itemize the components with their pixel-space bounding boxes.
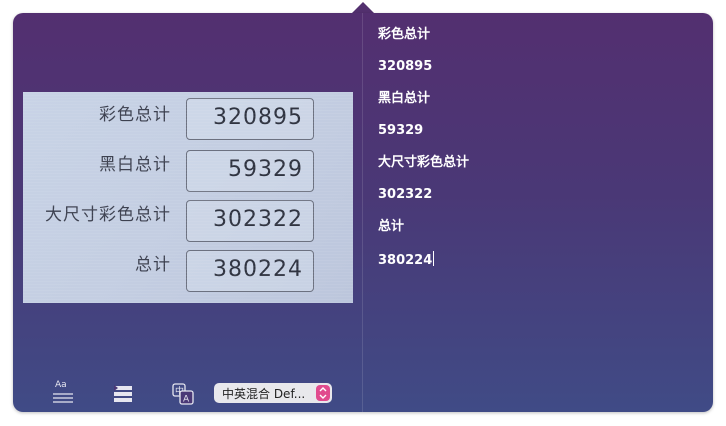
result-line[interactable]: 黑白总计: [378, 91, 698, 123]
panel-divider: [362, 13, 363, 412]
photo-value-box: 59329: [186, 150, 314, 192]
svg-text:A: A: [183, 395, 190, 405]
recognized-text-area[interactable]: 彩色总计 320895 黑白总计 59329 大尺寸彩色总计 302322 总计…: [378, 27, 698, 283]
photo-value-box: 302322: [186, 200, 314, 242]
photo-value: 302322: [213, 207, 303, 232]
photo-value: 59329: [228, 157, 303, 182]
updown-arrows-icon: [316, 385, 330, 401]
source-photo: 彩色总计 320895 黑白总计 59329 大尺寸彩色总计 302322 总计…: [23, 92, 353, 303]
photo-value-box: 380224: [186, 250, 314, 292]
result-line[interactable]: 302322: [378, 187, 698, 219]
photo-row: 黑白总计 59329: [23, 148, 353, 192]
list-view-icon[interactable]: [112, 383, 136, 405]
result-line[interactable]: 59329: [378, 123, 698, 155]
translate-icon[interactable]: 中 A: [172, 383, 196, 405]
result-line[interactable]: 大尺寸彩色总计: [378, 155, 698, 187]
text-cursor: [433, 251, 435, 266]
photo-label: 黑白总计: [99, 155, 171, 175]
language-select[interactable]: 中英混合 Def...: [214, 383, 332, 403]
photo-label: 总计: [135, 255, 171, 275]
photo-row: 大尺寸彩色总计 302322: [23, 198, 353, 242]
photo-value: 320895: [213, 105, 303, 130]
photo-row: 彩色总计 320895: [23, 98, 353, 140]
photo-value: 380224: [213, 257, 303, 282]
result-line[interactable]: 380224: [378, 251, 698, 283]
photo-label: 彩色总计: [99, 105, 171, 125]
photo-row: 总计 380224: [23, 248, 353, 292]
result-line[interactable]: 彩色总计: [378, 27, 698, 59]
ocr-popover: 彩色总计 320895 黑白总计 59329 大尺寸彩色总计 302322 总计…: [13, 13, 713, 412]
photo-label: 大尺寸彩色总计: [45, 205, 171, 225]
result-line[interactable]: 320895: [378, 59, 698, 91]
photo-value-box: 320895: [186, 98, 314, 140]
result-line[interactable]: 总计: [378, 219, 698, 251]
text-format-icon[interactable]: Aa: [51, 380, 75, 405]
language-select-value: 中英混合 Def...: [222, 387, 306, 401]
